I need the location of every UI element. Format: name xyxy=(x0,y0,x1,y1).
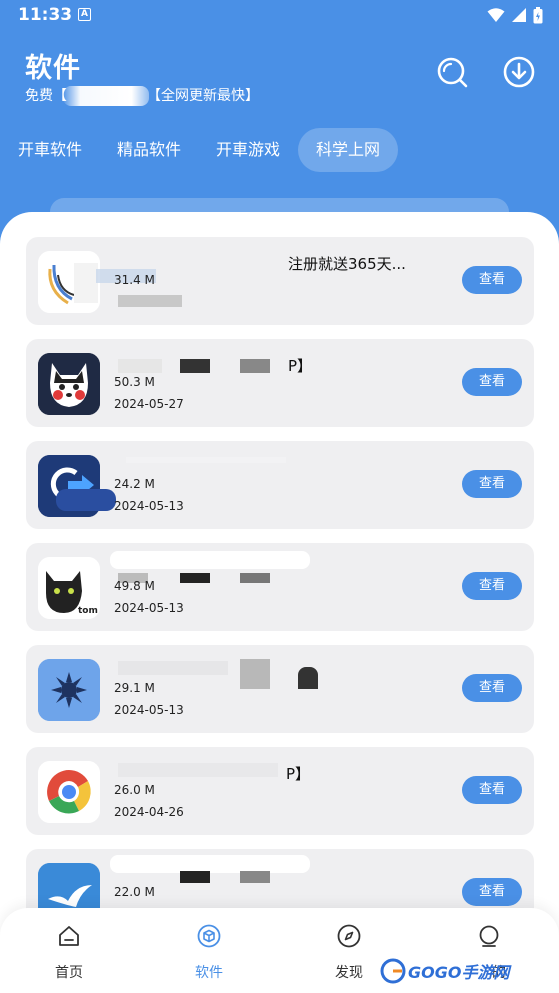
redacted-block xyxy=(180,871,210,883)
redacted-block xyxy=(240,573,270,583)
list-item[interactable]: 24.2 M 2024-05-13 查看 xyxy=(26,441,534,529)
app-size: 22.0 M xyxy=(114,885,155,899)
signal-icon xyxy=(512,8,526,22)
wifi-icon xyxy=(487,8,505,22)
nav-software[interactable]: 软件 xyxy=(169,908,249,993)
app-date: 2024-05-13 xyxy=(114,703,184,717)
nav-label: 软件 xyxy=(195,965,223,981)
redacted-block xyxy=(56,489,116,511)
view-button[interactable]: 查看 xyxy=(462,266,522,294)
download-button[interactable] xyxy=(502,55,536,89)
redacted-block xyxy=(298,667,318,689)
tab-kaiche-games[interactable]: 开車游戏 xyxy=(200,128,296,172)
redacted-block xyxy=(118,763,278,777)
view-button[interactable]: 查看 xyxy=(462,776,522,804)
notification-icon: A xyxy=(78,8,91,21)
download-icon xyxy=(503,56,535,88)
status-icons xyxy=(487,6,543,24)
battery-icon xyxy=(533,6,543,23)
app-size: 24.2 M xyxy=(114,477,155,491)
redacted-block xyxy=(110,551,310,569)
search-button[interactable] xyxy=(435,55,469,89)
app-size: 29.1 M xyxy=(114,681,155,695)
redacted-block xyxy=(240,359,270,373)
app-size: 50.3 M xyxy=(114,375,155,389)
redacted-block xyxy=(110,855,310,873)
app-name: P】 xyxy=(288,357,313,375)
redacted-block xyxy=(180,573,210,583)
app-size: 26.0 M xyxy=(114,783,155,797)
compass-icon xyxy=(337,924,361,948)
app-size: 49.8 M xyxy=(114,579,155,593)
nav-discover[interactable]: 发现 xyxy=(309,908,389,993)
list-item[interactable]: 29.1 M 2024-05-13 查看 xyxy=(26,645,534,733)
app-icon: tom xyxy=(38,557,100,619)
nav-label: 发现 xyxy=(335,965,363,981)
nav-home[interactable]: 首页 xyxy=(29,908,109,993)
page-subtitle: 免费【 【全网更新最快】 xyxy=(25,85,259,106)
redacted-block xyxy=(118,295,182,307)
app-icon xyxy=(38,761,100,823)
view-button[interactable]: 查看 xyxy=(462,368,522,396)
app-name: P】 xyxy=(286,765,311,783)
profile-icon xyxy=(479,925,499,947)
app-icon xyxy=(38,353,100,415)
subtitle-prefix: 免费【 xyxy=(25,88,67,104)
status-time: 11:33 xyxy=(18,5,73,25)
view-button[interactable]: 查看 xyxy=(462,674,522,702)
redacted-block xyxy=(63,86,149,106)
list-item[interactable]: 注册就送365天... 31.4 M 查看 xyxy=(26,237,534,325)
app-list: 注册就送365天... 31.4 M 查看 P】 50.3 M 2024-05-… xyxy=(0,212,559,993)
watermark: GOGO手游网 xyxy=(380,956,509,986)
subtitle-suffix: 【全网更新最快】 xyxy=(147,88,259,104)
redacted-block xyxy=(126,457,286,463)
app-date: 2024-04-26 xyxy=(114,805,184,819)
tab-premium-software[interactable]: 精品软件 xyxy=(101,128,197,172)
view-button[interactable]: 查看 xyxy=(462,470,522,498)
nav-label: 首页 xyxy=(55,965,83,981)
redacted-block xyxy=(180,359,210,373)
watermark-logo-icon xyxy=(380,958,406,984)
list-item[interactable]: tom 49.8 M 2024-05-13 查看 xyxy=(26,543,534,631)
search-icon xyxy=(437,57,468,88)
redacted-block xyxy=(118,661,228,675)
view-button[interactable]: 查看 xyxy=(462,878,522,906)
app-date: 2024-05-13 xyxy=(114,499,184,513)
page-title: 软件 xyxy=(25,53,81,84)
app-icon xyxy=(38,251,100,313)
watermark-text: GOGO手游网 xyxy=(408,963,510,982)
category-tabs: 开車软件 精品软件 开車游戏 科学上网 xyxy=(0,128,559,172)
list-item[interactable]: P】 50.3 M 2024-05-27 查看 xyxy=(26,339,534,427)
app-date: 2024-05-13 xyxy=(114,601,184,615)
tab-kaiche-software[interactable]: 开車软件 xyxy=(2,128,98,172)
svg-text:tom: tom xyxy=(78,606,98,616)
app-size: 31.4 M xyxy=(114,273,155,287)
tab-vpn[interactable]: 科学上网 xyxy=(298,128,398,172)
redacted-block xyxy=(240,659,270,689)
list-item[interactable]: P】 26.0 M 2024-04-26 查看 xyxy=(26,747,534,835)
home-icon xyxy=(59,926,79,946)
redacted-block xyxy=(240,871,270,883)
view-button[interactable]: 查看 xyxy=(462,572,522,600)
app-name: 注册就送365天... xyxy=(288,255,406,273)
app-icon xyxy=(38,659,100,721)
cube-icon xyxy=(197,924,221,948)
status-bar: 11:33 A xyxy=(0,0,559,32)
app-date: 2024-05-27 xyxy=(114,397,184,411)
redacted-block xyxy=(118,359,162,373)
